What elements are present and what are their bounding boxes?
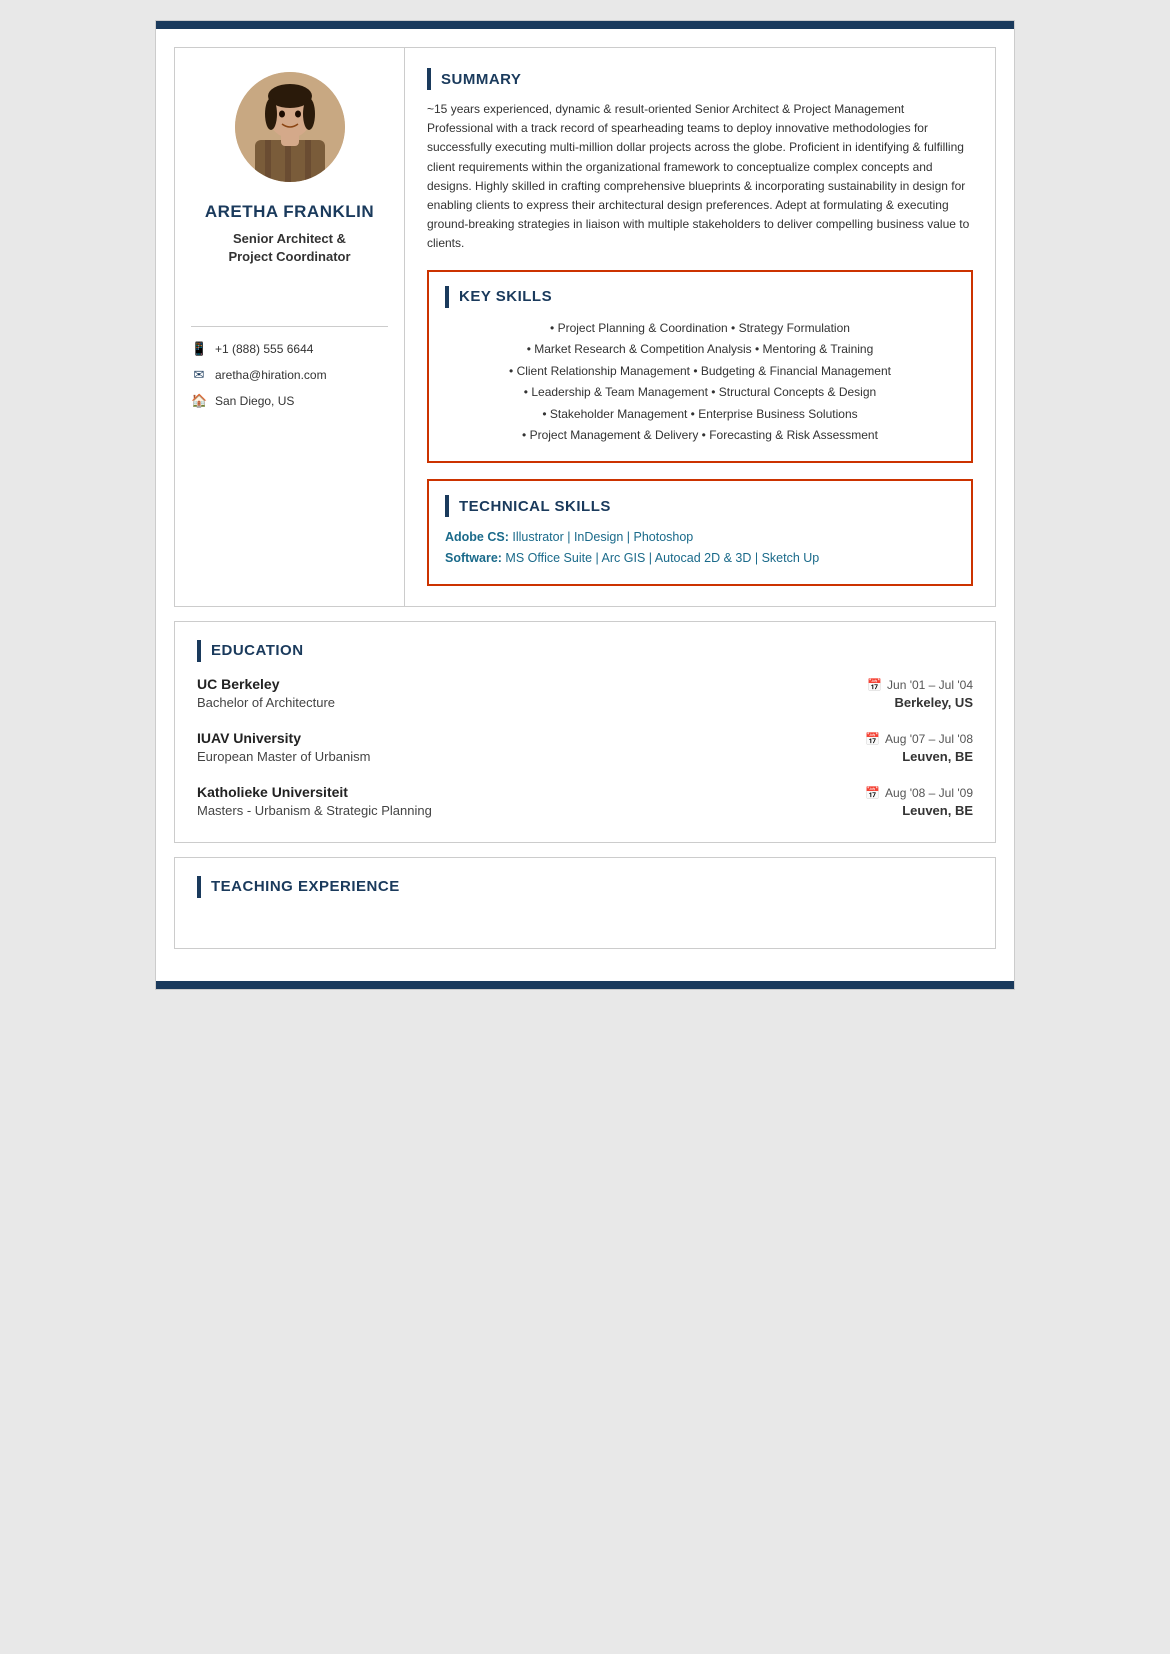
edu-institution: IUAV University <box>197 730 301 746</box>
education-entry: Katholieke Universiteit 📅 Aug '08 – Jul … <box>197 784 973 824</box>
candidate-name: ARETHA FRANKLiN <box>205 202 374 222</box>
teaching-experience-section: TEACHING EXPERIENCE <box>174 857 996 949</box>
education-entries: UC Berkeley 📅 Jun '01 – Jul '04 Bachelor… <box>197 676 973 824</box>
tech-skill-line: Adobe CS: Illustrator | InDesign | Photo… <box>445 527 955 548</box>
location-value: San Diego, US <box>215 394 294 408</box>
skill-item: Project Management & Delivery • Forecast… <box>445 425 955 447</box>
skill-item: Market Research & Competition Analysis •… <box>445 339 955 361</box>
edu-date: 📅 Aug '07 – Jul '08 <box>865 732 973 746</box>
top-section: ARETHA FRANKLiN Senior Architect & Proje… <box>174 47 996 607</box>
skill-item: Stakeholder Management • Enterprise Busi… <box>445 404 955 426</box>
technical-skills-section: TECHNICAL SKILLS Adobe CS: Illustrator |… <box>427 479 973 586</box>
key-skills-heading: KEY SKILLS <box>445 286 955 308</box>
edu-degree: Masters - Urbanism & Strategic Planning <box>197 803 432 818</box>
candidate-title: Senior Architect & Project Coordinator <box>228 230 350 266</box>
edu-institution: Katholieke Universiteit <box>197 784 348 800</box>
education-title: EDUCATION <box>211 642 304 659</box>
edu-institution: UC Berkeley <box>197 676 280 692</box>
edu-degree: European Master of Urbanism <box>197 749 370 764</box>
education-section: EDUCATION UC Berkeley 📅 Jun '01 – Jul '0… <box>174 621 996 843</box>
summary-title: SUMMARY <box>441 71 521 88</box>
email-icon: ✉ <box>191 367 207 383</box>
teaching-heading: TEACHING EXPERIENCE <box>197 876 973 898</box>
skills-list: Project Planning & Coordination • Strate… <box>445 318 955 448</box>
education-bar <box>197 640 201 662</box>
phone-contact: 📱 +1 (888) 555 6644 <box>191 341 388 357</box>
tech-skills-lines: Adobe CS: Illustrator | InDesign | Photo… <box>445 527 955 570</box>
phone-value: +1 (888) 555 6644 <box>215 342 313 356</box>
main-content: SUMMARY ~15 years experienced, dynamic &… <box>405 48 995 606</box>
avatar <box>235 72 345 182</box>
edu-degree: Bachelor of Architecture <box>197 695 335 710</box>
edu-location: Berkeley, US <box>894 695 973 710</box>
education-entry: IUAV University 📅 Aug '07 – Jul '08 Euro… <box>197 730 973 770</box>
edu-location: Leuven, BE <box>902 749 973 764</box>
technical-skills-bar <box>445 495 449 517</box>
bottom-bar <box>156 981 1014 989</box>
key-skills-section: KEY SKILLS Project Planning & Coordinati… <box>427 270 973 464</box>
technical-skills-title: TECHNICAL SKILLS <box>459 498 611 515</box>
technical-skills-heading: TECHNICAL SKILLS <box>445 495 955 517</box>
teaching-title: TEACHING EXPERIENCE <box>211 878 400 895</box>
calendar-icon: 📅 <box>865 732 880 746</box>
calendar-icon: 📅 <box>867 678 882 692</box>
top-bar <box>156 21 1014 29</box>
phone-icon: 📱 <box>191 341 207 357</box>
skill-item: Client Relationship Management • Budgeti… <box>445 361 955 383</box>
location-contact: 🏠 San Diego, US <box>191 393 388 409</box>
key-skills-bar <box>445 286 449 308</box>
contact-section: 📱 +1 (888) 555 6644 ✉ aretha@hiration.co… <box>191 326 388 419</box>
edu-date: 📅 Jun '01 – Jul '04 <box>867 678 973 692</box>
education-entry: UC Berkeley 📅 Jun '01 – Jul '04 Bachelor… <box>197 676 973 716</box>
email-contact: ✉ aretha@hiration.com <box>191 367 388 383</box>
tech-skill-line: Software: MS Office Suite | Arc GIS | Au… <box>445 548 955 569</box>
skill-item: Project Planning & Coordination • Strate… <box>445 318 955 340</box>
education-heading: EDUCATION <box>197 640 973 662</box>
teaching-bar <box>197 876 201 898</box>
summary-bar <box>427 68 431 90</box>
sidebar: ARETHA FRANKLiN Senior Architect & Proje… <box>175 48 405 606</box>
calendar-icon: 📅 <box>865 786 880 800</box>
skill-item: Leadership & Team Management • Structura… <box>445 382 955 404</box>
summary-text: ~15 years experienced, dynamic & result-… <box>427 100 973 254</box>
email-value: aretha@hiration.com <box>215 368 327 382</box>
edu-date: 📅 Aug '08 – Jul '09 <box>865 786 973 800</box>
edu-location: Leuven, BE <box>902 803 973 818</box>
location-icon: 🏠 <box>191 393 207 409</box>
key-skills-title: KEY SKILLS <box>459 288 552 305</box>
summary-heading: SUMMARY <box>427 68 973 90</box>
